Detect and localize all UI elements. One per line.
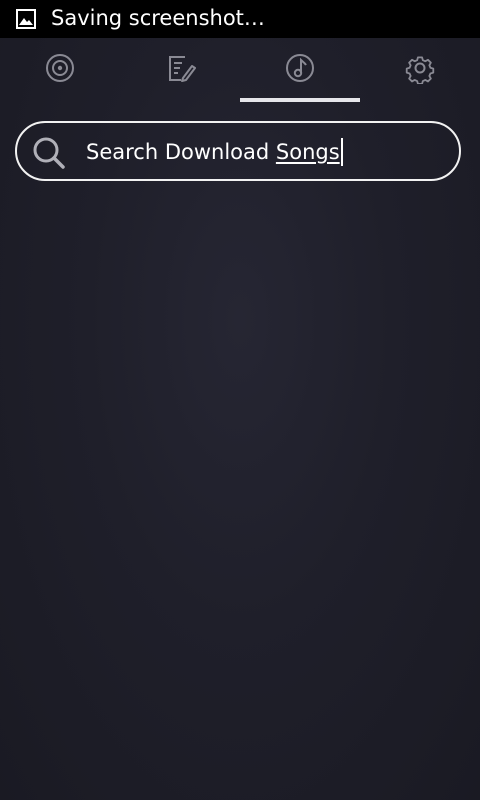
search-icon[interactable]: [32, 136, 66, 170]
search-input[interactable]: Search Download Songs: [86, 138, 343, 166]
search-text-composing: Songs: [275, 140, 340, 164]
image-icon: [16, 9, 36, 29]
app-screen: Saving screenshot… Search Download Songs: [0, 0, 480, 800]
tab-edit-list[interactable]: [120, 38, 240, 104]
text-cursor: [340, 138, 343, 166]
music-note-icon: [286, 54, 314, 82]
search-bar[interactable]: Search Download Songs: [15, 121, 461, 181]
tab-settings[interactable]: [360, 38, 480, 104]
tab-music[interactable]: [240, 38, 360, 104]
tab-bar: [0, 38, 480, 104]
disc-icon: [46, 54, 74, 82]
search-text-prefix: Search Download: [86, 140, 276, 164]
tab-disc[interactable]: [0, 38, 120, 104]
selected-tab-indicator: [240, 98, 360, 102]
edit-list-icon: [169, 56, 196, 82]
status-notification-text: Saving screenshot…: [51, 6, 265, 30]
settings-gear-icon: [405, 56, 435, 84]
status-bar: Saving screenshot…: [0, 0, 480, 38]
